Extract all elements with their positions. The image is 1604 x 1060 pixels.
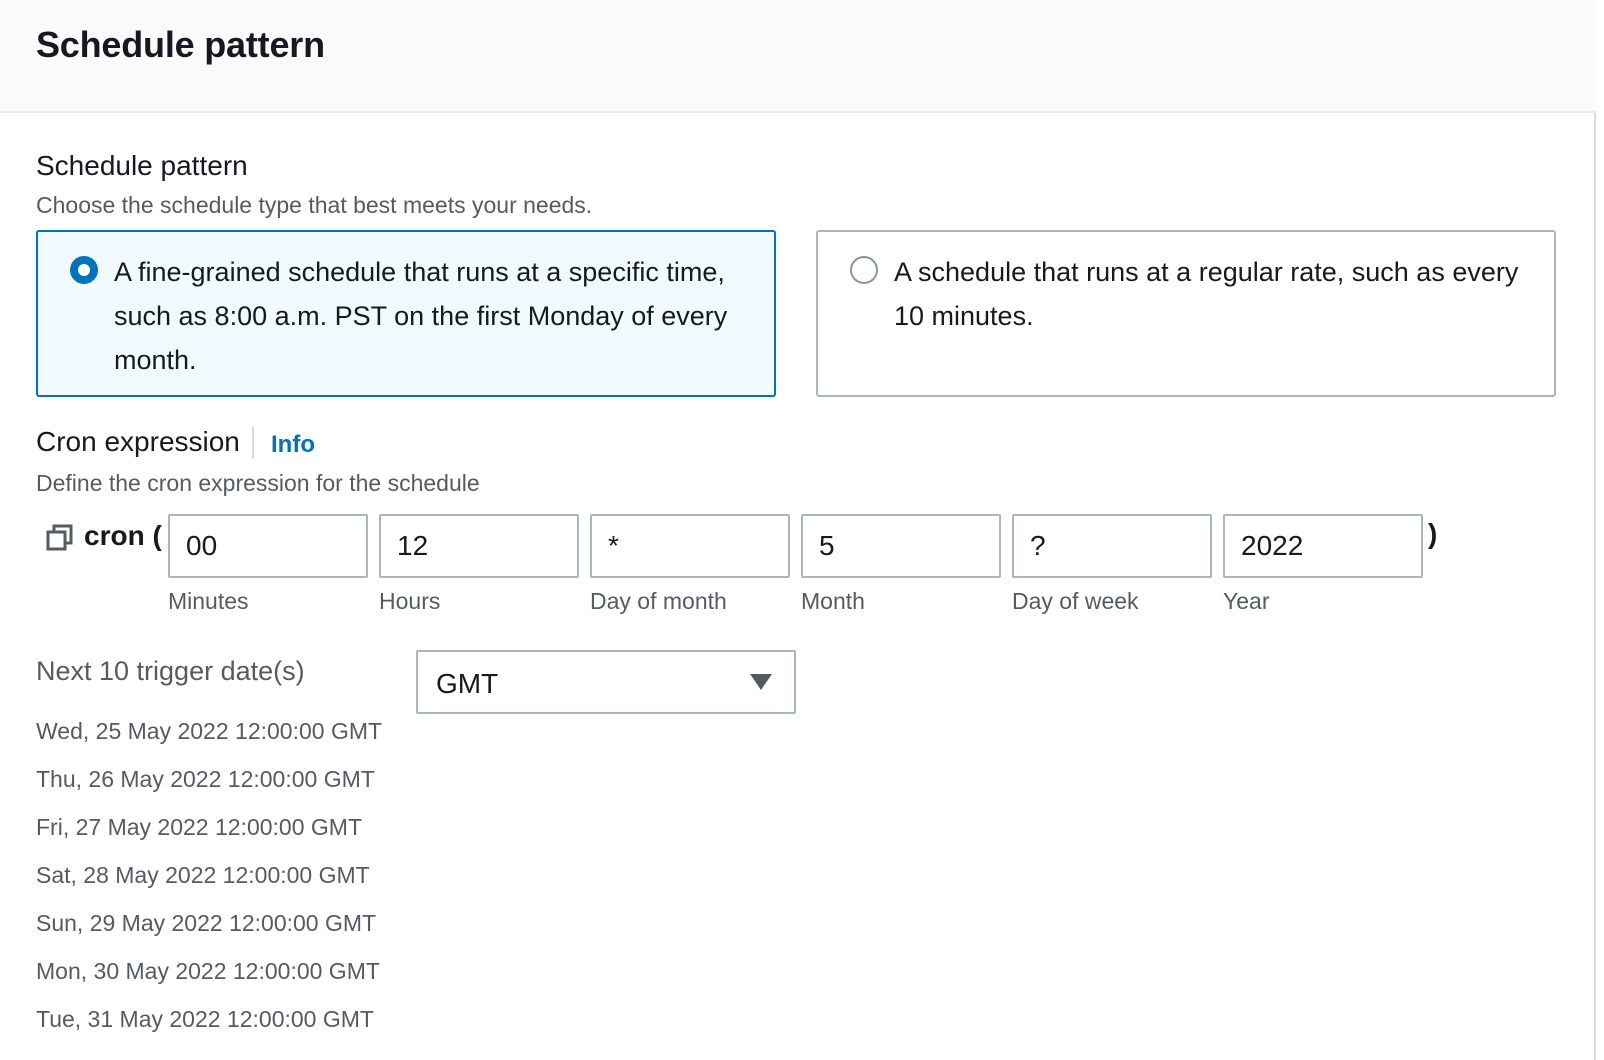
cron-prefix: cron (	[84, 520, 162, 551]
info-separator	[252, 427, 254, 459]
panel-header: Schedule pattern	[0, 0, 1596, 113]
cron-minutes-input[interactable]	[168, 514, 368, 578]
cron-day-of-month-label: Day of month	[590, 588, 727, 614]
next-trigger-dates-label: Next 10 trigger date(s)	[36, 656, 305, 686]
trigger-date-item: Fri, 27 May 2022 12:00:00 GMT	[36, 814, 362, 840]
tile-fine-grained-schedule[interactable]: A fine-grained schedule that runs at a s…	[36, 230, 776, 397]
info-link[interactable]: Info	[271, 431, 315, 459]
cron-hours-label: Hours	[379, 588, 441, 614]
schedule-pattern-panel: Schedule pattern Schedule pattern Choose…	[0, 0, 1596, 1060]
cron-expression-label: Cron expression	[36, 426, 240, 457]
cron-day-of-month-input[interactable]	[590, 514, 790, 578]
cron-day-of-week-input[interactable]	[1012, 514, 1212, 578]
schedule-pattern-label: Schedule pattern	[36, 150, 248, 181]
panel-title: Schedule pattern	[36, 24, 325, 65]
trigger-date-item: Sun, 29 May 2022 12:00:00 GMT	[36, 910, 377, 936]
cron-month-input[interactable]	[801, 514, 1001, 578]
schedule-pattern-description: Choose the schedule type that best meets…	[36, 192, 593, 218]
trigger-date-item: Thu, 26 May 2022 12:00:00 GMT	[36, 766, 375, 792]
radio-fine-grained[interactable]	[70, 256, 98, 284]
trigger-date-item: Wed, 25 May 2022 12:00:00 GMT	[36, 718, 383, 744]
trigger-date-item: Sat, 28 May 2022 12:00:00 GMT	[36, 862, 370, 888]
trigger-date-item: Mon, 30 May 2022 12:00:00 GMT	[36, 958, 380, 984]
tile-fine-grained-text: A fine-grained schedule that runs at a s…	[114, 257, 728, 375]
cron-suffix: )	[1428, 518, 1438, 549]
cron-year-input[interactable]	[1223, 514, 1423, 578]
tile-rate-text: A schedule that runs at a regular rate, …	[894, 257, 1519, 331]
trigger-date-item: Tue, 31 May 2022 12:00:00 GMT	[36, 1006, 374, 1032]
timezone-select[interactable]: GMT	[416, 650, 796, 714]
tile-rate-schedule[interactable]: A schedule that runs at a regular rate, …	[816, 230, 1556, 397]
cron-hours-input[interactable]	[379, 514, 579, 578]
cron-minutes-label: Minutes	[168, 588, 249, 614]
copy-icon[interactable]	[46, 524, 74, 552]
cron-expression-description: Define the cron expression for the sched…	[36, 470, 480, 496]
cron-year-label: Year	[1223, 588, 1270, 614]
timezone-value: GMT	[436, 668, 499, 699]
radio-rate[interactable]	[850, 256, 878, 284]
cron-day-of-week-label: Day of week	[1012, 588, 1139, 614]
cron-month-label: Month	[801, 588, 865, 614]
caret-down-icon	[750, 674, 772, 690]
